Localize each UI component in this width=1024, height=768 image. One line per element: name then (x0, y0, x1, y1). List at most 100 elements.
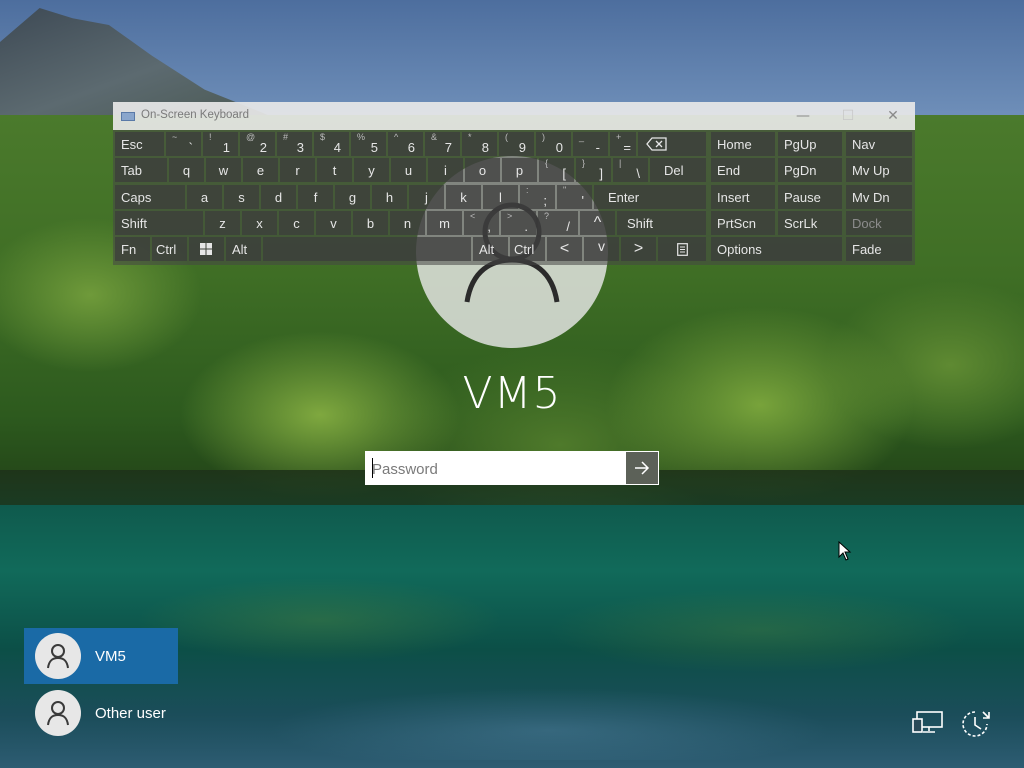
key-backslash[interactable]: | \ (613, 158, 648, 182)
key-9[interactable]: (9 (499, 132, 534, 156)
key-t[interactable]: t (317, 158, 352, 182)
keyboard-icon (121, 112, 135, 121)
key-c[interactable]: c (279, 211, 314, 235)
key-caps[interactable]: Caps (115, 185, 185, 209)
key-5[interactable]: % 5 (351, 132, 386, 156)
key-6[interactable]: ^ 6 (388, 132, 423, 156)
key-i[interactable]: i (428, 158, 463, 182)
key-l[interactable]: l (483, 185, 518, 209)
key-a[interactable]: a (187, 185, 222, 209)
key-shift-right[interactable]: Shift (617, 211, 706, 235)
key-right[interactable]: > (621, 237, 656, 261)
key-pause[interactable]: Pause (778, 185, 842, 209)
key-ctrl-left[interactable]: Ctrl (152, 237, 187, 261)
key-b[interactable]: b (353, 211, 388, 235)
user-icon (47, 644, 69, 669)
key-d[interactable]: d (261, 185, 296, 209)
key-1[interactable]: ! 1 (203, 132, 238, 156)
on-screen-keyboard-window: On-Screen Keyboard — ☐ ✕ Esc ~ ` ! 1 @2 #3… (113, 102, 915, 265)
key-z[interactable]: z (205, 211, 240, 235)
key-equals[interactable]: + = (610, 132, 636, 156)
key-mv-dn[interactable]: Mv Dn (846, 185, 912, 209)
context-menu-icon (677, 243, 688, 256)
key-prtscn[interactable]: PrtScn (711, 211, 775, 235)
key-7[interactable]: & 7 (425, 132, 460, 156)
key-nav[interactable]: Nav (846, 132, 912, 156)
key-p[interactable]: p (502, 158, 537, 182)
submit-button[interactable] (626, 452, 658, 484)
key-pgdn[interactable]: PgDn (778, 158, 842, 182)
user-tile-other-user[interactable]: Other user (24, 685, 178, 741)
key-semicolon[interactable]: :; (520, 185, 555, 209)
password-input[interactable] (370, 455, 626, 483)
key-minus[interactable]: _ - (573, 132, 608, 156)
key-shift-left[interactable]: Shift (115, 211, 203, 235)
key-left-bracket[interactable]: {[ (539, 158, 574, 182)
key-k[interactable]: k (446, 185, 481, 209)
key-0[interactable]: ) 0 (536, 132, 571, 156)
key-f[interactable]: f (298, 185, 333, 209)
key-pgup[interactable]: PgUp (778, 132, 842, 156)
key-right-bracket[interactable]: }] (576, 158, 611, 182)
ease-of-access-button[interactable] (958, 706, 992, 740)
key-tab[interactable]: Tab (115, 158, 167, 182)
key-h[interactable]: h (372, 185, 407, 209)
key-n[interactable]: n (390, 211, 425, 235)
minimize-button[interactable]: — (781, 102, 825, 130)
key-s[interactable]: s (224, 185, 259, 209)
key-scrlk[interactable]: ScrLk (778, 211, 842, 235)
key-fade[interactable]: Fade (846, 237, 912, 261)
key-3[interactable]: #3 (277, 132, 312, 156)
key-fn[interactable]: Fn (115, 237, 150, 261)
key-2[interactable]: @2 (240, 132, 275, 156)
close-button[interactable]: ✕ (871, 102, 915, 130)
key-j[interactable]: j (409, 185, 444, 209)
key-q[interactable]: q (169, 158, 204, 182)
key-alt-right[interactable]: Alt (473, 237, 508, 261)
key-v[interactable]: v (316, 211, 351, 235)
arrow-right-icon (635, 461, 650, 475)
key-8[interactable]: * 8 (462, 132, 497, 156)
key-o[interactable]: o (465, 158, 500, 182)
key-enter[interactable]: Enter (594, 185, 706, 209)
key-esc[interactable]: Esc (115, 132, 164, 156)
key-slash[interactable]: ? / (538, 211, 578, 235)
key-period[interactable]: >. (501, 211, 536, 235)
osk-title-bar[interactable]: On-Screen Keyboard — ☐ ✕ (113, 102, 915, 130)
user-tile-vm5[interactable]: VM5 (24, 628, 178, 684)
key-u[interactable]: u (391, 158, 426, 182)
user-tile-name: VM5 (95, 647, 126, 665)
key-mv-up[interactable]: Mv Up (846, 158, 912, 182)
key-left[interactable]: < (547, 237, 582, 261)
key-down[interactable]: v (584, 237, 619, 261)
key-dock[interactable]: Dock (846, 211, 912, 235)
key-options[interactable]: Options (711, 237, 842, 261)
key-y[interactable]: y (354, 158, 389, 182)
osk-title: On-Screen Keyboard (141, 109, 250, 121)
key-home[interactable]: Home (711, 132, 775, 156)
username: VM5 (462, 368, 562, 419)
key-windows[interactable] (189, 237, 224, 261)
key-4[interactable]: $4 (314, 132, 349, 156)
key-insert[interactable]: Insert (711, 185, 775, 209)
maximize-button[interactable]: ☐ (826, 102, 870, 130)
key-alt-left[interactable]: Alt (226, 237, 261, 261)
key-x[interactable]: x (242, 211, 277, 235)
key-space[interactable] (263, 237, 471, 261)
key-m[interactable]: m (427, 211, 462, 235)
key-g[interactable]: g (335, 185, 370, 209)
key-backtick[interactable]: ~ ` (166, 132, 201, 156)
key-ctrl-right[interactable]: Ctrl (510, 237, 545, 261)
key-w[interactable]: w (206, 158, 241, 182)
key-comma[interactable]: <, (464, 211, 499, 235)
key-backspace[interactable] (638, 132, 706, 156)
key-r[interactable]: r (280, 158, 315, 182)
key-quote[interactable]: " ' (557, 185, 592, 209)
network-button[interactable] (911, 706, 945, 740)
key-del[interactable]: Del (650, 158, 706, 182)
key-e[interactable]: e (243, 158, 278, 182)
key-end[interactable]: End (711, 158, 775, 182)
network-icon (912, 711, 943, 733)
key-up[interactable]: ^ (580, 211, 615, 235)
key-menu[interactable] (658, 237, 706, 261)
